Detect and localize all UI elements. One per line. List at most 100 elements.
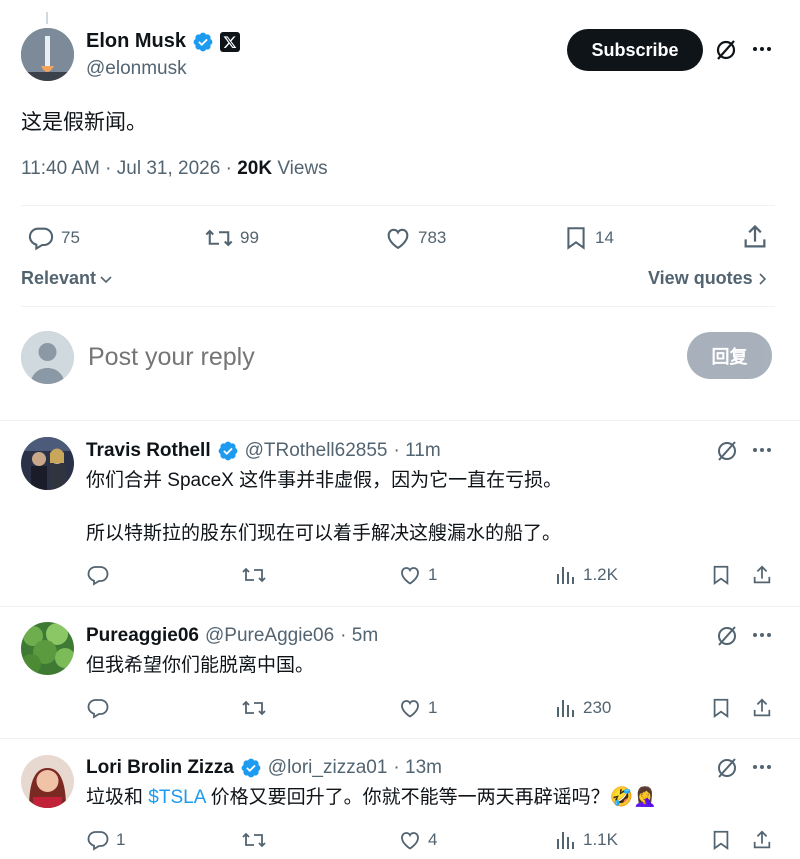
reply-author-handle[interactable]: @TRothell62855 bbox=[245, 440, 388, 462]
like-count: 4 bbox=[428, 830, 438, 849]
views-count: 1.1K bbox=[583, 830, 618, 849]
repost-count: 99 bbox=[240, 228, 259, 247]
reply-action[interactable] bbox=[86, 696, 116, 720]
like-action[interactable]: 1 bbox=[398, 563, 437, 587]
bookmark-icon bbox=[567, 227, 585, 250]
reply-action[interactable] bbox=[86, 563, 116, 587]
sort-dropdown[interactable]: Relevant bbox=[21, 268, 114, 289]
like-count: 1 bbox=[428, 698, 438, 717]
subscribe-button[interactable]: Subscribe bbox=[567, 29, 703, 71]
heart-icon bbox=[401, 567, 419, 585]
more-options-icon[interactable] bbox=[752, 632, 772, 638]
tweet-date[interactable]: Jul 31, 2026 bbox=[117, 158, 221, 179]
thread-line bbox=[46, 12, 48, 24]
more-options-icon[interactable] bbox=[752, 46, 772, 52]
author-name[interactable]: Elon Musk bbox=[86, 30, 186, 53]
reply-action[interactable]: 75 bbox=[27, 224, 80, 252]
heart-icon bbox=[401, 700, 419, 718]
tweet-time[interactable]: 11:40 AM bbox=[21, 158, 100, 179]
bookmark-icon[interactable] bbox=[710, 563, 732, 587]
reply-author-handle[interactable]: @lori_zizza01 bbox=[268, 757, 388, 779]
repost-action[interactable]: 99 bbox=[204, 224, 259, 252]
grok-icon[interactable] bbox=[715, 624, 739, 648]
divider bbox=[21, 205, 775, 206]
reply-input[interactable] bbox=[88, 338, 648, 376]
analytics-icon bbox=[557, 567, 574, 584]
reply-icon bbox=[87, 699, 109, 719]
reply-author-name[interactable]: Travis Rothell bbox=[86, 440, 211, 462]
grok-icon[interactable] bbox=[715, 439, 739, 463]
divider bbox=[21, 306, 775, 307]
author-name-row: Elon Musk bbox=[86, 30, 241, 53]
reply-header: Travis Rothell @TRothell62855 · 11m bbox=[86, 440, 441, 462]
repost-icon bbox=[242, 567, 266, 583]
bookmark-icon[interactable] bbox=[710, 696, 732, 720]
reply-action[interactable]: 1 bbox=[86, 828, 125, 852]
reply-icon bbox=[87, 566, 109, 586]
like-action[interactable]: 1 bbox=[398, 696, 437, 720]
reply-count: 75 bbox=[61, 228, 80, 247]
more-options-icon[interactable] bbox=[752, 764, 772, 770]
repost-action[interactable] bbox=[241, 563, 273, 587]
grok-icon[interactable] bbox=[714, 38, 738, 62]
view-quotes-link[interactable]: View quotes bbox=[648, 268, 769, 289]
chevron-right-icon bbox=[759, 272, 766, 285]
views-action[interactable]: 1.1K bbox=[555, 828, 618, 852]
grok-icon[interactable] bbox=[715, 756, 739, 780]
reply-author-name[interactable]: Pureaggie06 bbox=[86, 625, 199, 647]
chevron-down-icon bbox=[100, 275, 112, 283]
reply-time[interactable]: · 13m bbox=[393, 757, 442, 779]
share-icon[interactable] bbox=[751, 696, 773, 720]
verified-badge-icon[interactable] bbox=[240, 757, 262, 779]
like-count: 1 bbox=[428, 565, 438, 584]
author-handle[interactable]: @elonmusk bbox=[86, 58, 187, 80]
reply-text: 但我希望你们能脱离中国。 bbox=[86, 655, 315, 676]
views-action[interactable]: 230 bbox=[555, 696, 611, 720]
reply-avatar[interactable] bbox=[21, 437, 74, 490]
share-icon[interactable] bbox=[751, 828, 773, 852]
share-icon[interactable] bbox=[751, 563, 773, 587]
reply-avatar[interactable] bbox=[21, 622, 74, 675]
divider bbox=[0, 606, 800, 607]
reply-text: 垃圾和 $TSLA 价格又要回升了。你就不能等一两天再辟谣吗？🤣🤦‍♀️ bbox=[86, 785, 657, 811]
bookmark-icon[interactable] bbox=[710, 828, 732, 852]
reply-text-part: 价格又要回升了。你就不能等一两天再辟谣吗？🤣🤦‍♀️ bbox=[205, 787, 657, 808]
tweet-text: 这是假新闻。 bbox=[21, 111, 147, 134]
reply-count: 1 bbox=[116, 830, 126, 849]
repost-icon bbox=[242, 700, 266, 716]
cashtag-link[interactable]: $TSLA bbox=[148, 787, 205, 808]
divider bbox=[0, 738, 800, 739]
my-avatar[interactable] bbox=[21, 331, 74, 384]
repost-icon bbox=[205, 229, 233, 247]
reply-avatar[interactable] bbox=[21, 755, 74, 808]
reply-text-part: 垃圾和 bbox=[86, 787, 149, 808]
share-icon[interactable] bbox=[741, 223, 769, 251]
views-action[interactable]: 1.2K bbox=[555, 563, 618, 587]
views-count: 1.2K bbox=[583, 565, 618, 584]
tweet-meta: 11:40 AM · Jul 31, 2026 · 20K Views bbox=[21, 158, 328, 179]
analytics-icon bbox=[557, 700, 574, 717]
verified-badge-icon[interactable] bbox=[217, 440, 239, 462]
reply-author-name[interactable]: Lori Brolin Zizza bbox=[86, 757, 234, 779]
bookmark-action[interactable]: 14 bbox=[563, 224, 614, 252]
reply-author-handle[interactable]: @PureAggie06 bbox=[205, 625, 334, 647]
reply-header: Lori Brolin Zizza @lori_zizza01 · 13m bbox=[86, 757, 442, 779]
reply-header: Pureaggie06 @PureAggie06 · 5m bbox=[86, 625, 378, 647]
author-avatar[interactable] bbox=[21, 28, 74, 81]
reply-time[interactable]: · 5m bbox=[340, 625, 378, 647]
views-count: 230 bbox=[583, 698, 612, 717]
reply-button[interactable]: 回复 bbox=[687, 332, 772, 379]
reply-text: 所以特斯拉的股东们现在可以着手解决这艘漏水的船了。 bbox=[86, 523, 562, 544]
verified-badge-icon[interactable] bbox=[192, 31, 214, 53]
like-action[interactable]: 4 bbox=[398, 828, 437, 852]
more-options-icon[interactable] bbox=[752, 447, 772, 453]
bookmark-count: 14 bbox=[595, 228, 614, 247]
reply-time[interactable]: · 11m bbox=[393, 440, 440, 462]
repost-action[interactable] bbox=[241, 828, 273, 852]
repost-action[interactable] bbox=[241, 696, 273, 720]
like-action[interactable]: 783 bbox=[384, 224, 446, 252]
divider bbox=[0, 420, 800, 421]
x-logo-icon bbox=[220, 31, 241, 52]
analytics-icon bbox=[557, 832, 574, 849]
repost-icon bbox=[242, 832, 266, 848]
